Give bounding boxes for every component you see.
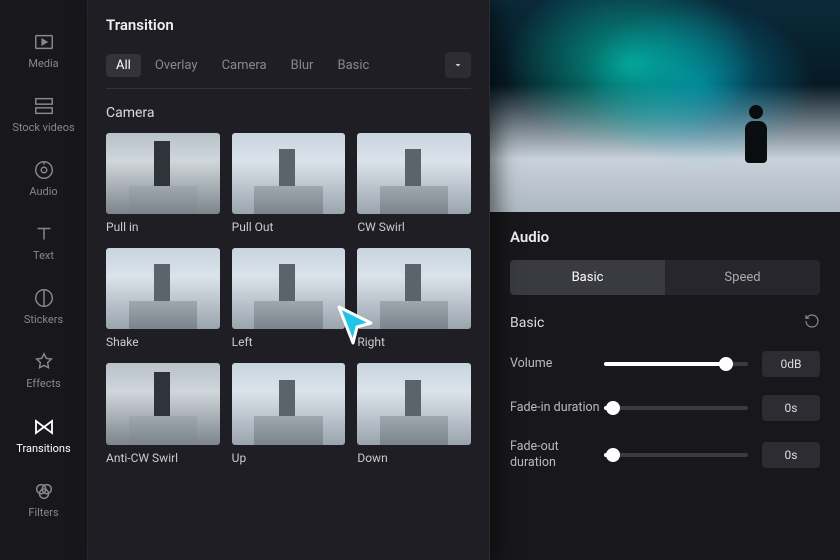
transition-item[interactable]: Up <box>232 363 346 464</box>
transitions-icon <box>32 415 56 439</box>
reset-icon <box>804 313 820 329</box>
transition-item[interactable]: Left <box>232 248 346 349</box>
volume-control: Volume 0dB <box>510 351 820 377</box>
sidebar-item-label: Stickers <box>24 314 63 326</box>
fade-in-value[interactable]: 0s <box>762 395 820 421</box>
sidebar-item-label: Media <box>28 58 58 70</box>
audio-sub-title: Basic <box>510 315 544 331</box>
audio-panel: Audio Basic Speed Basic Volume 0dB <box>490 212 840 560</box>
audio-icon <box>32 158 56 182</box>
sidebar-item-label: Filters <box>28 507 58 519</box>
filters-icon <box>32 479 56 503</box>
sidebar-item-label: Text <box>33 250 54 262</box>
sidebar-item-stickers[interactable]: Stickers <box>0 276 87 340</box>
sidebar-item-stock[interactable]: Stock videos <box>0 84 87 148</box>
volume-value[interactable]: 0dB <box>762 351 820 377</box>
fade-in-control: Fade-in duration 0s <box>510 395 820 421</box>
fade-in-label: Fade-in duration <box>510 400 600 416</box>
segment-basic[interactable]: Basic <box>510 260 665 295</box>
sidebar-item-label: Transitions <box>16 443 70 455</box>
panel-title: Transition <box>106 16 471 34</box>
sidebar-item-label: Stock videos <box>12 122 74 134</box>
tabs-more-button[interactable] <box>445 52 471 78</box>
transition-item[interactable]: CW Swirl <box>357 133 471 234</box>
stock-icon <box>32 94 56 118</box>
transitions-panel: Transition All Overlay Camera Blur Basic… <box>88 0 490 560</box>
right-column: Audio Basic Speed Basic Volume 0dB <box>490 0 840 560</box>
tab-all[interactable]: All <box>106 54 141 77</box>
transition-item[interactable]: Pull in <box>106 133 220 234</box>
text-icon <box>32 222 56 246</box>
fade-out-label: Fade-out duration <box>510 439 600 470</box>
audio-title: Audio <box>510 228 820 246</box>
fade-out-control: Fade-out duration 0s <box>510 439 820 470</box>
fade-out-value[interactable]: 0s <box>762 442 820 468</box>
transition-tabs: All Overlay Camera Blur Basic <box>106 52 471 89</box>
transition-item[interactable]: Down <box>357 363 471 464</box>
transition-item[interactable]: Anti-CW Swirl <box>106 363 220 464</box>
transition-item[interactable]: Shake <box>106 248 220 349</box>
stickers-icon <box>32 286 56 310</box>
sidebar: Media Stock videos Audio Text Stickers <box>0 0 88 560</box>
transition-item[interactable]: Right <box>357 248 471 349</box>
preview-subject <box>742 105 770 165</box>
sidebar-item-transitions[interactable]: Transitions <box>0 405 87 469</box>
tab-blur[interactable]: Blur <box>281 54 324 77</box>
tab-camera[interactable]: Camera <box>212 54 277 77</box>
reset-button[interactable] <box>804 313 820 333</box>
transition-grid: Pull in Pull Out CW Swirl Shake Left Rig… <box>106 133 471 465</box>
transition-item[interactable]: Pull Out <box>232 133 346 234</box>
sidebar-item-label: Effects <box>26 378 61 390</box>
tab-overlay[interactable]: Overlay <box>145 54 208 77</box>
video-preview[interactable] <box>490 0 840 212</box>
sidebar-item-audio[interactable]: Audio <box>0 148 87 212</box>
tab-basic[interactable]: Basic <box>327 54 379 77</box>
volume-label: Volume <box>510 356 600 372</box>
section-label: Camera <box>106 105 471 121</box>
sidebar-item-effects[interactable]: Effects <box>0 340 87 404</box>
media-icon <box>32 30 56 54</box>
sidebar-item-label: Audio <box>29 186 57 198</box>
sidebar-item-filters[interactable]: Filters <box>0 469 87 533</box>
chevron-down-icon <box>452 59 464 71</box>
effects-icon <box>32 350 56 374</box>
audio-segments: Basic Speed <box>510 260 820 295</box>
sidebar-item-media[interactable]: Media <box>0 20 87 84</box>
segment-speed[interactable]: Speed <box>665 260 820 295</box>
fade-out-slider[interactable] <box>604 453 748 457</box>
volume-slider[interactable] <box>604 362 748 366</box>
sidebar-item-text[interactable]: Text <box>0 212 87 276</box>
fade-in-slider[interactable] <box>604 406 748 410</box>
